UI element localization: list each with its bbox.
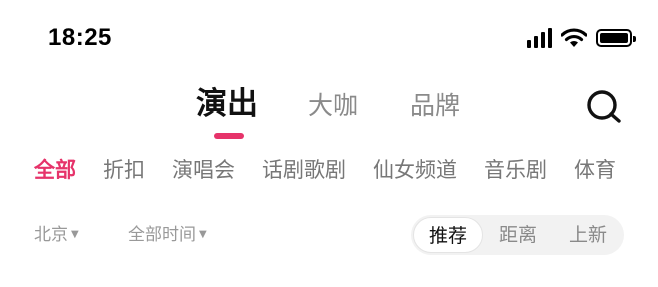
status-time: 18:25 xyxy=(48,24,112,51)
search-icon[interactable] xyxy=(584,88,624,128)
wifi-icon xyxy=(561,28,587,47)
category-fairy-channel[interactable]: 仙女频道 xyxy=(373,154,457,186)
category-all[interactable]: 全部 xyxy=(34,154,76,186)
category-drama-opera[interactable]: 话剧歌剧 xyxy=(262,154,346,186)
active-tab-indicator xyxy=(214,133,244,139)
time-filter-label: 全部时间 xyxy=(128,225,196,245)
category-sports[interactable]: 体育 xyxy=(574,154,616,186)
sort-newest[interactable]: 上新 xyxy=(567,215,609,255)
caret-down-icon: ▼ xyxy=(71,229,79,240)
city-filter-label: 北京 xyxy=(34,225,68,245)
tab-shows[interactable]: 演出 xyxy=(196,84,258,124)
time-filter-dropdown[interactable]: 全部时间 ▼ xyxy=(128,222,207,248)
category-concert[interactable]: 演唱会 xyxy=(172,154,235,186)
battery-icon xyxy=(596,29,636,47)
signal-icon xyxy=(527,28,552,48)
sort-segmented-control: 推荐 距离 上新 xyxy=(411,215,624,255)
tab-brands[interactable]: 品牌 xyxy=(410,86,460,126)
category-tabs: 全部 折扣 演唱会 话剧歌剧 仙女频道 音乐剧 体育 xyxy=(34,154,643,186)
main-tabs: 演出 大咖 品牌 xyxy=(0,86,658,142)
sort-distance[interactable]: 距离 xyxy=(497,215,539,255)
sort-recommended[interactable]: 推荐 xyxy=(413,217,483,253)
category-musical[interactable]: 音乐剧 xyxy=(484,154,547,186)
category-discount[interactable]: 折扣 xyxy=(103,154,145,186)
city-filter-dropdown[interactable]: 北京 ▼ xyxy=(34,222,79,248)
tab-stars[interactable]: 大咖 xyxy=(308,86,358,126)
status-icons xyxy=(527,26,636,50)
caret-down-icon: ▼ xyxy=(199,229,207,240)
